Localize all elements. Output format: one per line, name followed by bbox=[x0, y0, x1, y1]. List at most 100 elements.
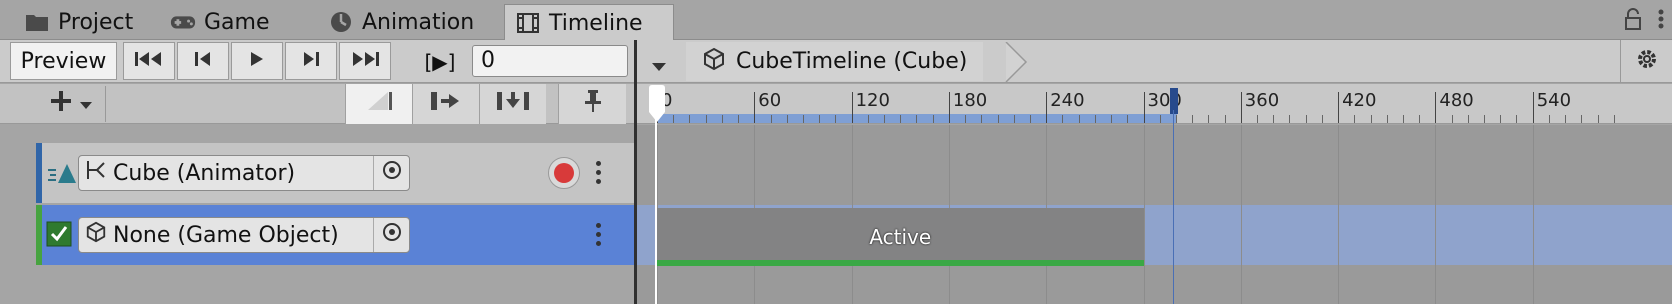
play-button[interactable] bbox=[231, 42, 283, 80]
ruler-minor-tick bbox=[997, 115, 999, 123]
ruler-minor-tick bbox=[1321, 115, 1323, 123]
animator-icon bbox=[85, 159, 107, 187]
track-binding-label: Cube (Animator) bbox=[113, 160, 296, 186]
breadcrumb-chevron-icon bbox=[1004, 41, 1030, 88]
gamepad-icon bbox=[170, 9, 196, 35]
animation-track-icon bbox=[48, 161, 78, 191]
ruler-minor-tick bbox=[1581, 115, 1583, 123]
ruler-minor-tick bbox=[835, 115, 837, 123]
plus-icon bbox=[49, 89, 73, 119]
ruler-minor-tick bbox=[786, 115, 788, 123]
step-forward-icon bbox=[301, 49, 321, 74]
ruler-minor-tick bbox=[1516, 115, 1518, 123]
ruler-minor-tick bbox=[932, 115, 934, 123]
current-frame-field[interactable]: 0 bbox=[472, 45, 628, 77]
ruler-minor-tick bbox=[770, 115, 772, 123]
step-back-icon bbox=[193, 49, 213, 74]
ruler-major-tick bbox=[1240, 92, 1242, 123]
cube-icon bbox=[702, 47, 726, 77]
ruler-tick-label: 120 bbox=[855, 90, 890, 111]
object-picker-button[interactable] bbox=[373, 218, 409, 252]
track-lane-animation[interactable] bbox=[637, 143, 1672, 203]
replace-mode-icon bbox=[495, 90, 531, 118]
clip-edit-mode-replace-button[interactable] bbox=[479, 84, 546, 124]
previous-frame-button[interactable] bbox=[177, 42, 229, 80]
clip-edit-mode-mix-button[interactable] bbox=[345, 84, 412, 124]
play-range-toggle[interactable]: [▶] bbox=[420, 47, 460, 77]
ruler-minor-tick bbox=[802, 115, 804, 123]
playhead-lock-button[interactable] bbox=[558, 84, 626, 124]
ruler-minor-tick bbox=[965, 115, 967, 123]
record-button[interactable] bbox=[548, 157, 580, 189]
ruler-minor-tick bbox=[1159, 115, 1161, 123]
timeline-end-line bbox=[1173, 110, 1174, 304]
ruler-minor-tick bbox=[689, 115, 691, 123]
tab-game-label: Game bbox=[204, 9, 270, 35]
clip-edit-mode-ripple-button[interactable] bbox=[412, 84, 479, 124]
track-header-animation[interactable]: Cube (Animator) bbox=[36, 143, 634, 203]
ruler-major-tick bbox=[754, 92, 756, 123]
activation-clip[interactable]: Active bbox=[657, 208, 1144, 266]
tab-timeline[interactable]: Timeline bbox=[504, 4, 674, 41]
window-menu-kebab-icon[interactable] bbox=[1658, 8, 1664, 36]
tab-animation[interactable]: Animation bbox=[318, 4, 484, 40]
window-tab-bar: Project Game Animation Timeline bbox=[0, 0, 1672, 41]
timeline-grid-line bbox=[1338, 125, 1340, 304]
track-header-panel: Cube (Animator) None (Game Object) bbox=[0, 125, 634, 304]
ruler-tick-label: 360 bbox=[1244, 90, 1280, 111]
add-track-button[interactable] bbox=[36, 86, 106, 122]
asset-dropdown-caret-icon[interactable] bbox=[650, 54, 668, 79]
timeline-end-marker[interactable] bbox=[1170, 88, 1178, 114]
track-menu-kebab-icon[interactable] bbox=[596, 223, 601, 246]
ruler-minor-tick bbox=[1597, 115, 1599, 123]
ruler-major-tick bbox=[1435, 92, 1437, 123]
ruler-minor-tick bbox=[1484, 115, 1486, 123]
go-to-end-button[interactable] bbox=[339, 42, 391, 80]
ruler-minor-tick bbox=[1386, 115, 1388, 123]
playhead-handle-icon[interactable] bbox=[648, 84, 666, 130]
ruler-tick-label: 180 bbox=[952, 90, 988, 111]
preview-button[interactable]: Preview bbox=[10, 42, 117, 80]
ruler-minor-tick bbox=[1273, 115, 1275, 123]
track-binding-field[interactable]: Cube (Animator) bbox=[78, 155, 410, 191]
tab-game[interactable]: Game bbox=[160, 4, 280, 40]
timeline-toolbar: Preview [▶] 0 CubeTimeline (Cube) bbox=[0, 40, 1672, 83]
ruler-minor-tick bbox=[1094, 115, 1096, 123]
ruler-minor-tick bbox=[1029, 115, 1031, 123]
track-menu-kebab-icon[interactable] bbox=[596, 161, 601, 184]
ruler-tick-label: 420 bbox=[1342, 90, 1377, 111]
go-to-start-button[interactable] bbox=[123, 42, 175, 80]
ruler-minor-tick bbox=[1565, 115, 1567, 123]
object-picker-icon bbox=[381, 159, 403, 187]
ruler-tick-label: 60 bbox=[758, 90, 782, 111]
pin-icon bbox=[582, 88, 604, 120]
object-picker-button[interactable] bbox=[373, 156, 409, 190]
timeline-asset-breadcrumb[interactable]: CubeTimeline (Cube) bbox=[686, 42, 984, 81]
tab-project-label: Project bbox=[58, 9, 134, 35]
ruler-minor-tick bbox=[721, 115, 723, 123]
track-binding-field[interactable]: None (Game Object) bbox=[78, 217, 410, 253]
ruler-tick-label: 480 bbox=[1439, 90, 1474, 111]
ruler-minor-tick bbox=[1402, 115, 1404, 123]
track-binding-label: None (Game Object) bbox=[113, 222, 339, 248]
timeline-grid-line bbox=[1435, 125, 1437, 304]
activation-checkbox-icon[interactable] bbox=[46, 221, 72, 253]
ruler-minor-tick bbox=[1062, 115, 1064, 123]
ruler-minor-tick bbox=[1354, 115, 1356, 123]
skip-to-start-icon bbox=[134, 49, 164, 74]
track-color-bar bbox=[36, 143, 42, 203]
skip-to-end-icon bbox=[350, 49, 380, 74]
timeline-grid-line bbox=[1143, 125, 1145, 304]
lock-icon[interactable] bbox=[1624, 8, 1642, 36]
tab-project[interactable]: Project bbox=[14, 4, 143, 40]
ruler-minor-tick bbox=[673, 115, 675, 123]
ruler-minor-tick bbox=[1305, 115, 1307, 123]
time-ruler[interactable]: 0 60 120 180 240 300 360 420 480 540 bbox=[637, 84, 1672, 124]
ruler-minor-tick bbox=[1451, 115, 1453, 123]
timeline-settings-button[interactable] bbox=[1620, 40, 1672, 83]
panel-divider[interactable] bbox=[634, 40, 637, 304]
next-frame-button[interactable] bbox=[285, 42, 337, 80]
play-icon bbox=[249, 49, 265, 74]
track-header-activation[interactable]: None (Game Object) bbox=[36, 205, 634, 265]
ruler-minor-tick bbox=[1078, 115, 1080, 123]
